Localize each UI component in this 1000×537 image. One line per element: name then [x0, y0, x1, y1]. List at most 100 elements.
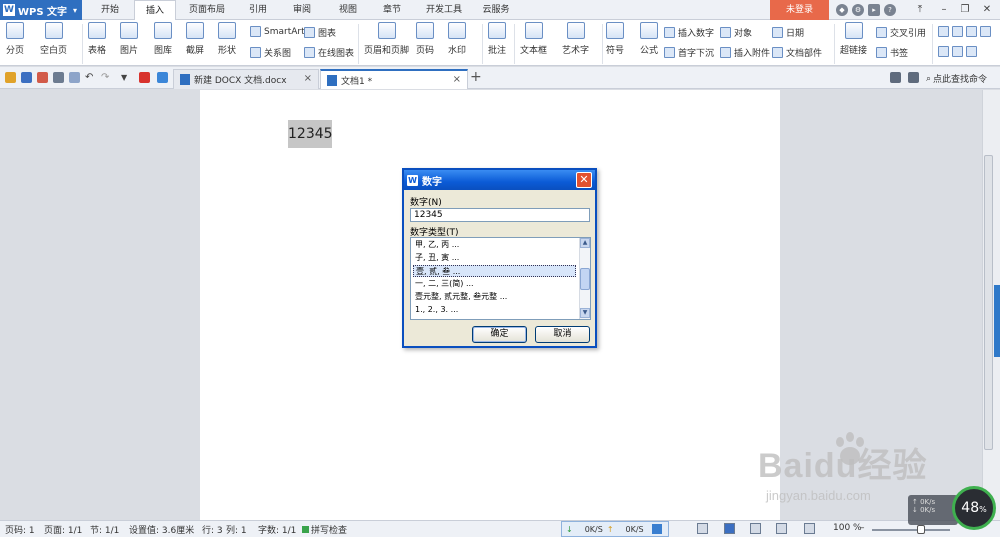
- tab-review[interactable]: 审阅: [282, 0, 322, 20]
- zoom-out-icon[interactable]: –: [860, 523, 865, 533]
- login-button[interactable]: 未登录: [770, 0, 829, 20]
- number-type-list[interactable]: 甲, 乙, 丙 ... 子, 丑, 寅 ... 壹, 贰, 叁 ... 一, 二…: [410, 237, 591, 320]
- ok-button[interactable]: 确定: [472, 326, 527, 343]
- bookmark-button[interactable]: 书签: [876, 46, 908, 59]
- scrollbar-thumb[interactable]: [984, 155, 993, 450]
- memory-usage-ball[interactable]: 48%: [952, 486, 996, 530]
- vertical-scrollbar[interactable]: [982, 90, 994, 520]
- comment-button[interactable]: 批注: [488, 22, 506, 56]
- tab-insert[interactable]: 插入: [134, 0, 176, 21]
- settings-icon[interactable]: ⚙: [852, 4, 864, 16]
- zoom-level[interactable]: 100 %: [833, 523, 862, 533]
- zoom-slider[interactable]: [872, 525, 950, 534]
- doc-parts-button[interactable]: 文档部件: [772, 46, 822, 59]
- selected-number-text[interactable]: 12345: [288, 120, 333, 148]
- doc-tab-document1[interactable]: 文档1 * ×: [320, 69, 468, 89]
- zoom-slider-knob[interactable]: [917, 525, 925, 534]
- formula-button[interactable]: 公式: [640, 22, 658, 56]
- list-item[interactable]: 壹元整, 贰元整, 叁元整 ...: [413, 291, 576, 303]
- page-break-button[interactable]: 分页: [6, 22, 24, 56]
- cancel-button[interactable]: 取消: [535, 326, 590, 343]
- symbol-button[interactable]: 符号: [606, 22, 624, 56]
- field-shading-icon: [938, 46, 949, 57]
- new-tab-plus-icon[interactable]: +: [470, 69, 482, 85]
- online-chart-button[interactable]: 在线图表: [304, 46, 354, 59]
- dialog-close-button[interactable]: ✕: [576, 172, 592, 188]
- scroll-down-icon[interactable]: ▼: [580, 308, 590, 318]
- collapse-ribbon-icon[interactable]: [908, 72, 919, 83]
- list-item[interactable]: 一, 二, 三(简) ...: [413, 278, 576, 290]
- page-number-button[interactable]: 页码: [416, 22, 434, 56]
- art-text-button[interactable]: 艺术字: [562, 22, 589, 56]
- outline-view-icon[interactable]: [750, 523, 761, 534]
- wps-home-icon[interactable]: [139, 72, 150, 83]
- tab-page-layout[interactable]: 页面布局: [182, 0, 232, 20]
- cross-reference-button[interactable]: 交叉引用: [876, 26, 926, 39]
- list-item[interactable]: 子, 丑, 寅 ...: [413, 252, 576, 264]
- tab-references[interactable]: 引用: [238, 0, 278, 20]
- relation-chart-button[interactable]: 关系图: [250, 46, 291, 59]
- list-item[interactable]: 1., 2., 3. ...: [413, 304, 576, 316]
- open-icon[interactable]: [5, 72, 16, 83]
- print-icon[interactable]: [53, 72, 64, 83]
- shape-button[interactable]: 形状: [218, 22, 236, 56]
- text-box-button[interactable]: 文本框: [520, 22, 547, 56]
- redo-icon[interactable]: ↷: [101, 72, 112, 83]
- hyperlink-button[interactable]: 超链接: [840, 22, 867, 56]
- watermark-button[interactable]: 水印: [448, 22, 466, 56]
- picture-button[interactable]: 图片: [120, 22, 138, 56]
- number-input[interactable]: 12345: [410, 208, 590, 222]
- side-panel-toggle[interactable]: [994, 285, 1000, 357]
- minimize-icon[interactable]: –: [934, 2, 954, 18]
- find-command-search[interactable]: ⌕ 点此查找命令: [926, 72, 987, 86]
- blank-page-button[interactable]: 空白页: [40, 22, 67, 56]
- skin-icon[interactable]: ◆: [836, 4, 848, 16]
- feedback-icon[interactable]: [890, 72, 901, 83]
- tab-chapter[interactable]: 章节: [372, 0, 412, 20]
- restore-ribbon-icon[interactable]: ⤒: [910, 2, 930, 18]
- list-item-selected[interactable]: 壹, 贰, 叁 ...: [413, 265, 576, 277]
- share-icon[interactable]: ▸: [868, 4, 880, 16]
- doc-tab-new-docx[interactable]: 新建 DOCX 文档.docx ×: [173, 69, 319, 89]
- app-menu-button[interactable]: W WPS 文字 ▾: [0, 0, 82, 20]
- form-tools-bottom[interactable]: [938, 46, 980, 57]
- list-item[interactable]: 甲, 乙, 丙 ...: [413, 239, 576, 251]
- gallery-button[interactable]: 图库: [154, 22, 172, 56]
- insert-number-button[interactable]: 插入数字: [664, 26, 714, 39]
- scroll-up-icon[interactable]: ▲: [580, 238, 590, 248]
- screenshot-button[interactable]: 截屏: [186, 22, 204, 56]
- print-preview-icon[interactable]: [69, 72, 80, 83]
- dialog-title-bar[interactable]: W 数字 ✕: [404, 170, 595, 190]
- spell-check-toggle[interactable]: 拼写检查: [302, 523, 347, 536]
- watermark-label: 水印: [448, 46, 467, 56]
- tab-developer[interactable]: 开发工具: [418, 0, 470, 20]
- object-button[interactable]: 对象: [720, 26, 752, 39]
- close-tab-icon[interactable]: ×: [304, 73, 312, 84]
- save-icon[interactable]: [21, 72, 32, 83]
- drop-cap-button[interactable]: 首字下沉: [664, 46, 714, 59]
- smartart-button[interactable]: SmartArt: [250, 26, 305, 37]
- web-view-icon[interactable]: [776, 523, 787, 534]
- header-footer-button[interactable]: 页眉和页脚: [364, 22, 409, 56]
- tab-home[interactable]: 开始: [90, 0, 130, 20]
- date-button[interactable]: 日期: [772, 26, 804, 39]
- table-button[interactable]: 表格: [88, 22, 106, 56]
- list-scrollbar[interactable]: ▲ ▼: [579, 238, 590, 319]
- full-screen-icon[interactable]: [697, 523, 708, 534]
- cloud-docs-icon[interactable]: [157, 72, 168, 83]
- insert-attachment-button[interactable]: 插入附件: [720, 46, 770, 59]
- page-view-icon[interactable]: [724, 523, 735, 534]
- tab-view[interactable]: 视图: [328, 0, 368, 20]
- close-icon[interactable]: ✕: [977, 2, 997, 18]
- tab-cloud-services[interactable]: 云服务: [474, 0, 518, 20]
- form-tools-top[interactable]: [938, 26, 994, 37]
- list-scroll-thumb[interactable]: [580, 268, 590, 290]
- reading-mode-icon[interactable]: [804, 523, 815, 534]
- maximize-icon[interactable]: ❐: [955, 2, 975, 18]
- close-tab-icon[interactable]: ×: [453, 74, 461, 85]
- help-icon[interactable]: ?: [884, 4, 896, 16]
- customize-chevron-icon[interactable]: ▼: [121, 72, 132, 83]
- undo-icon[interactable]: ↶: [85, 72, 96, 83]
- export-pdf-icon[interactable]: [37, 72, 48, 83]
- chart-button[interactable]: 图表: [304, 26, 336, 39]
